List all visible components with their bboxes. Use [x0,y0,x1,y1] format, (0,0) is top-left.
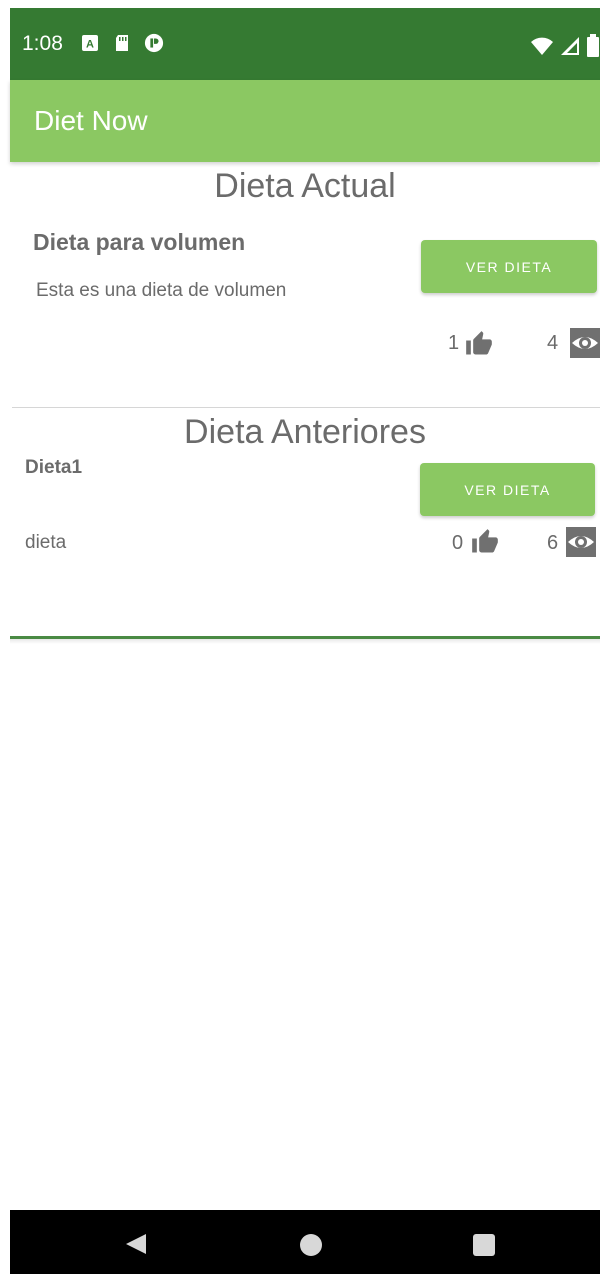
previous-views-count: 6 [547,532,559,554]
previous-diets-section-title: Dieta Anteriores [184,413,426,451]
home-icon[interactable] [300,1234,322,1256]
section-divider [12,407,600,408]
current-likes-count: 1 [448,332,460,354]
thumbs-up-icon[interactable] [464,330,494,358]
previous-diet-description: dieta [25,532,67,553]
eye-icon [566,527,596,557]
navigation-bar [10,1210,600,1274]
recents-icon[interactable] [473,1234,495,1256]
current-diet-description: Esta es una dieta de volumen [36,280,287,301]
current-diet-name: Dieta para volumen [33,229,246,255]
circle-p-icon [144,33,164,53]
view-current-diet-button[interactable]: VER DIETA [421,240,597,293]
status-time: 1:08 [22,32,63,55]
back-icon[interactable] [124,1232,148,1256]
wifi-icon [531,37,553,55]
previous-likes-count: 0 [452,532,464,554]
signal-icon [561,37,579,55]
app-bar: Diet Now [10,80,600,162]
a-notification-icon: A [82,35,98,51]
status-bar: 1:08 A [10,8,600,80]
previous-diet-name: Dieta1 [25,457,83,478]
battery-icon [587,34,599,57]
status-icons-right [530,34,600,58]
app-title: Diet Now [34,105,148,136]
svg-text:A: A [86,39,94,51]
eye-icon [570,328,600,358]
current-diet-section-title: Dieta Actual [214,167,396,205]
current-views-count: 4 [547,332,559,354]
status-icons-left: A [80,32,164,54]
view-previous-diet-button[interactable]: VER DIETA [420,463,595,516]
divider-shadow [10,639,600,644]
sd-card-icon [116,35,128,51]
thumbs-up-icon[interactable] [470,528,500,556]
